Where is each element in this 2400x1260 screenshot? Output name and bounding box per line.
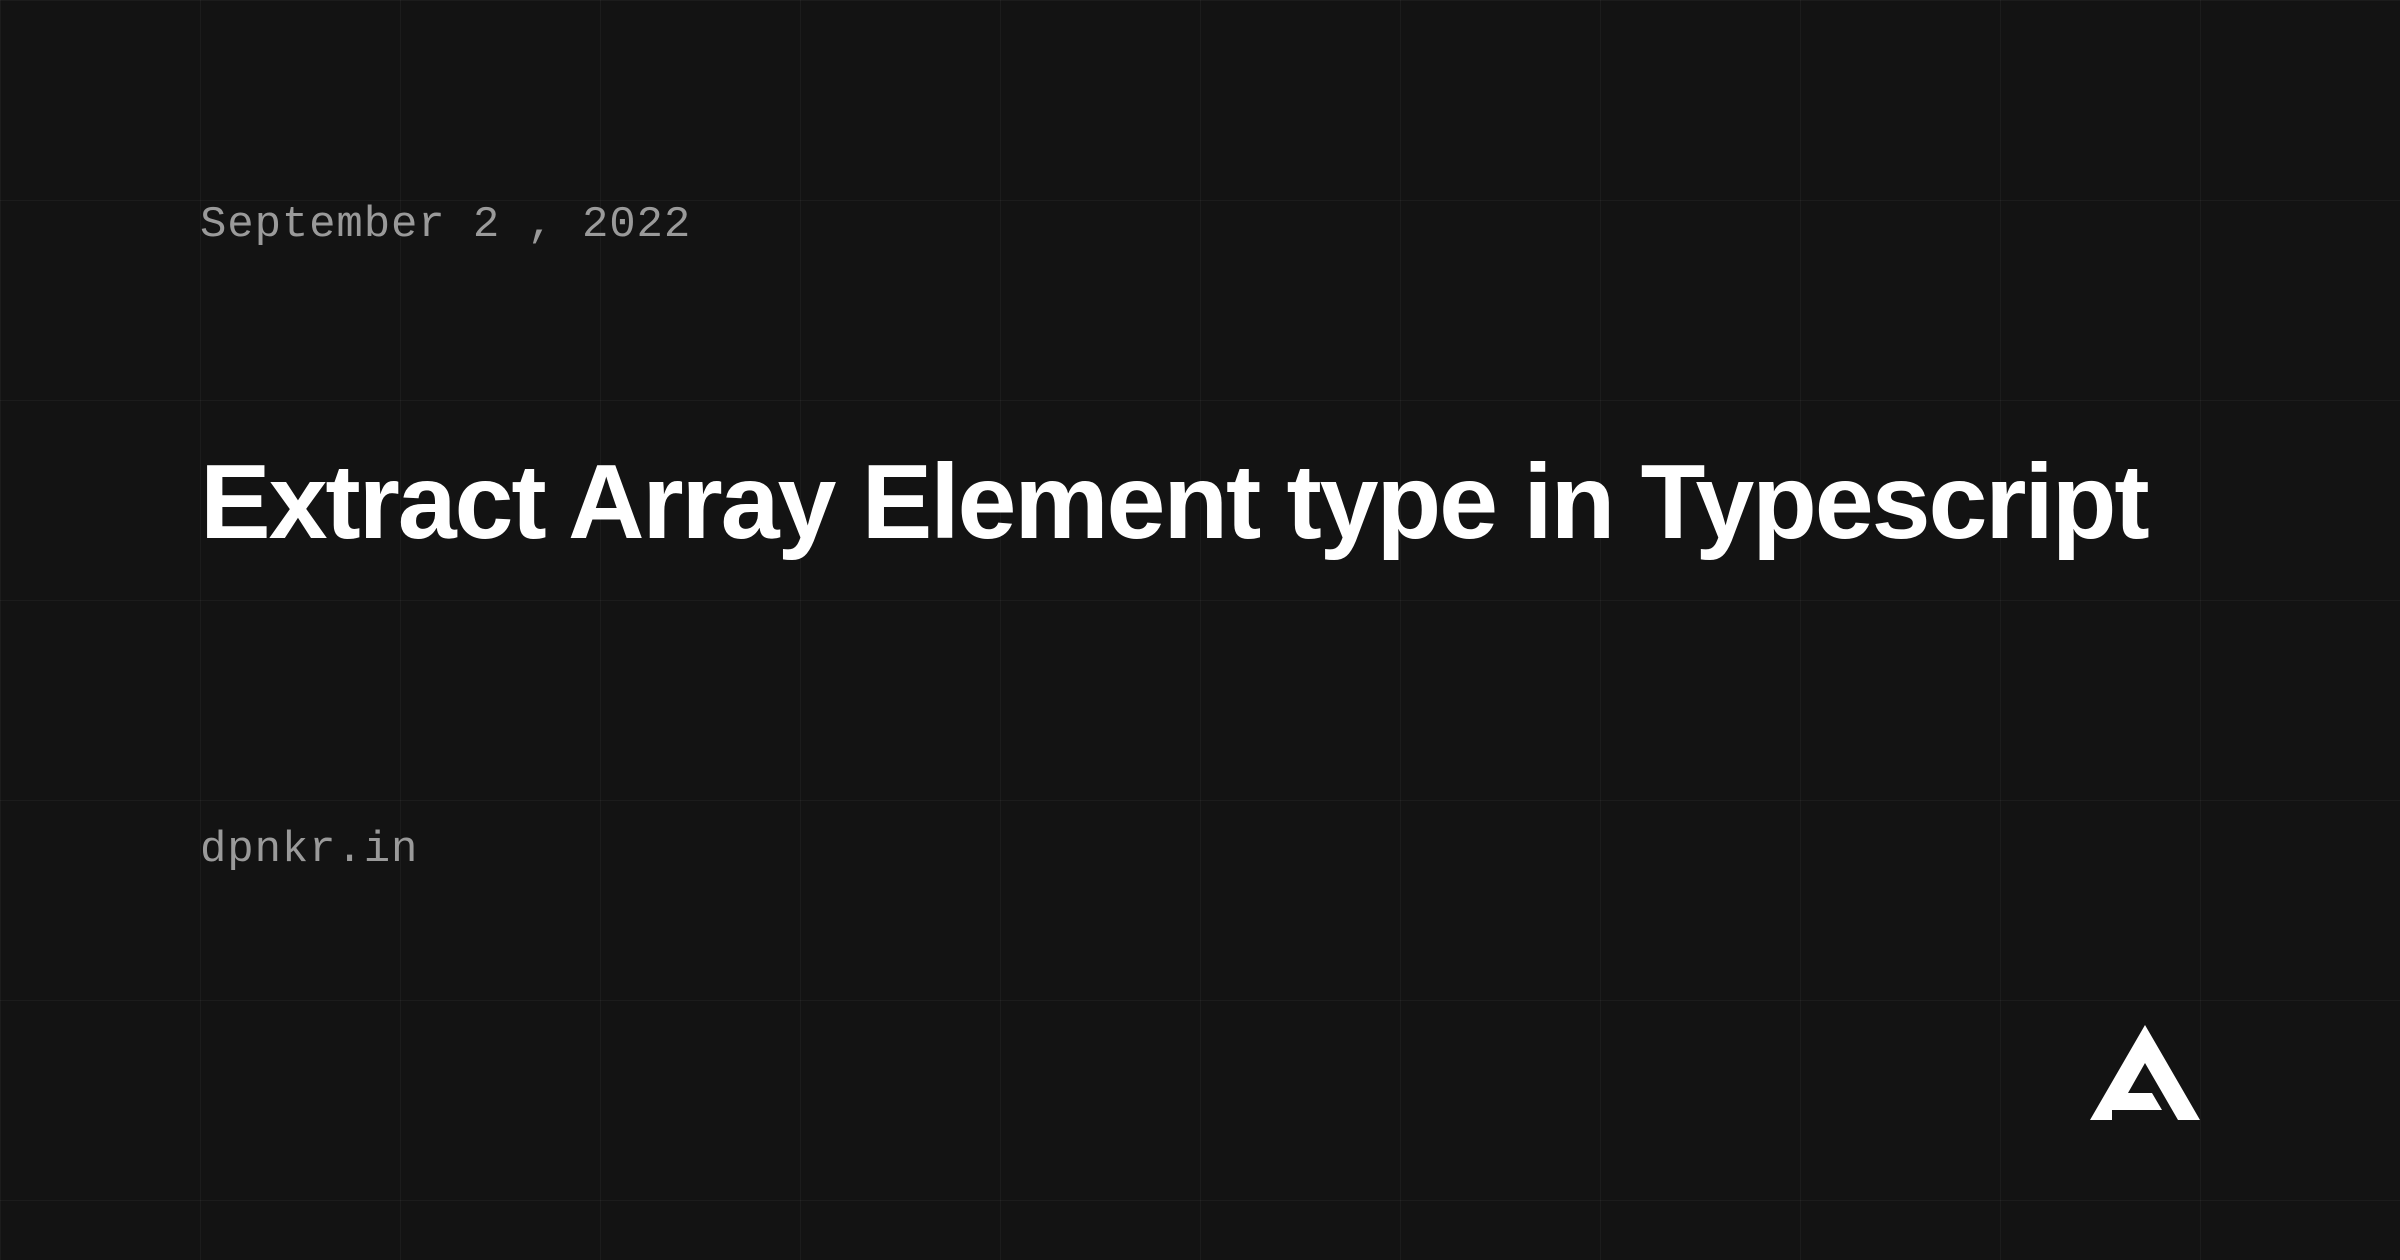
post-date: September 2 , 2022 [200,200,2200,250]
card-container: September 2 , 2022 Extract Array Element… [0,0,2400,1260]
post-title: Extract Array Element type in Typescript [200,440,2200,565]
logo-icon [2090,1025,2200,1120]
site-url: dpnkr.in [200,825,2200,875]
